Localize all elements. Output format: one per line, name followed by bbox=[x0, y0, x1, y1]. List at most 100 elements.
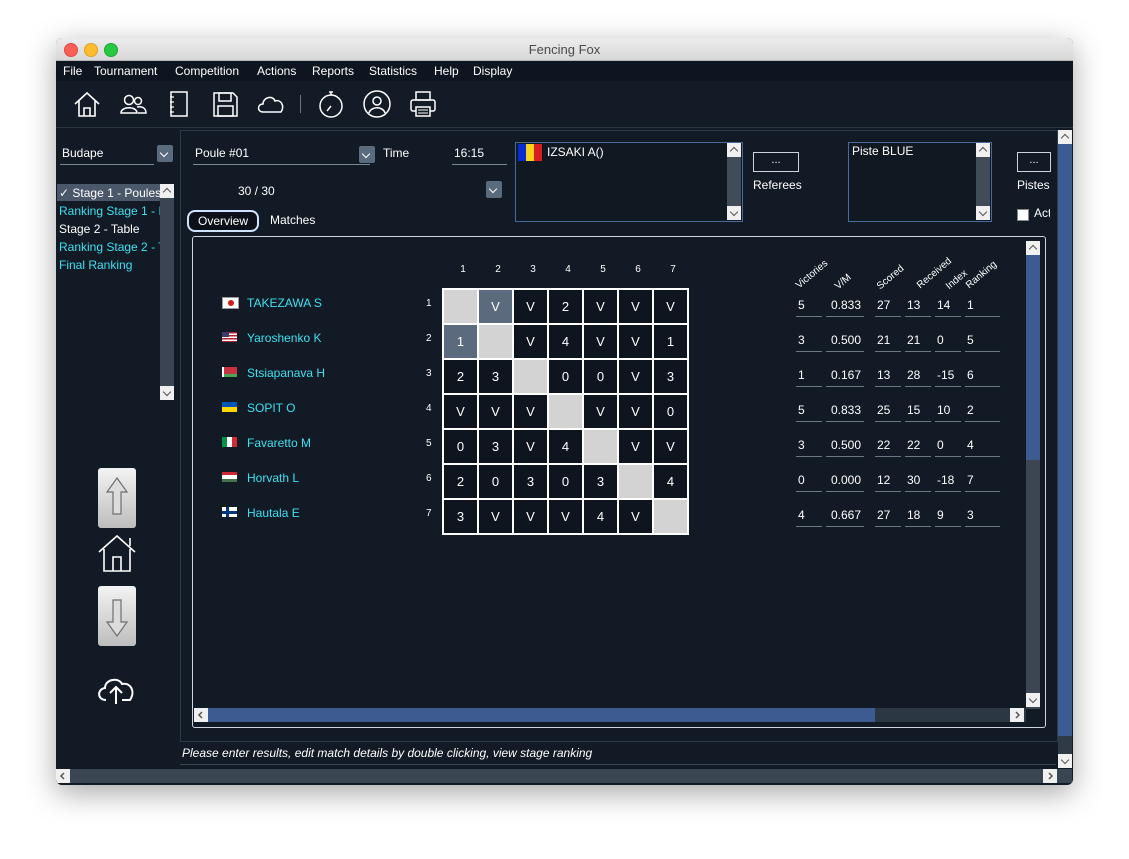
scroll-down-icon[interactable] bbox=[727, 206, 741, 220]
result-cell[interactable]: V bbox=[617, 323, 654, 360]
result-cell[interactable]: 3 bbox=[477, 428, 514, 465]
stopwatch-icon[interactable] bbox=[314, 87, 348, 121]
home-icon[interactable] bbox=[96, 532, 138, 574]
time-field[interactable]: 16:15 bbox=[452, 144, 507, 165]
stage-item-2[interactable]: Ranking Stage 1 - I bbox=[59, 204, 161, 218]
result-cell[interactable]: V bbox=[617, 498, 654, 535]
result-cell[interactable]: V bbox=[582, 288, 619, 325]
menu-display[interactable]: Display bbox=[473, 64, 512, 78]
stage-item-3[interactable]: Stage 2 - Table bbox=[59, 222, 161, 236]
fencer-name[interactable]: Yaroshenko K bbox=[247, 331, 322, 345]
menu-tournament[interactable]: Tournament bbox=[94, 64, 157, 78]
scroll-up-icon[interactable] bbox=[1058, 130, 1072, 144]
notebook-icon[interactable] bbox=[162, 87, 196, 121]
result-cell[interactable]: 1 bbox=[442, 323, 479, 360]
result-cell[interactable]: 0 bbox=[547, 358, 584, 395]
result-cell[interactable]: 0 bbox=[442, 428, 479, 465]
active-checkbox[interactable] bbox=[1017, 209, 1029, 221]
result-cell[interactable]: V bbox=[617, 358, 654, 395]
result-cell[interactable]: 0 bbox=[582, 358, 619, 395]
pistes-button[interactable]: ... bbox=[1017, 152, 1051, 172]
tab-matches[interactable]: Matches bbox=[270, 213, 315, 227]
move-up-button[interactable] bbox=[98, 468, 136, 528]
scroll-left-icon[interactable] bbox=[56, 769, 70, 783]
result-cell[interactable]: V bbox=[512, 428, 549, 465]
menu-statistics[interactable]: Statistics bbox=[369, 64, 417, 78]
stage-list-scrollbar[interactable] bbox=[160, 184, 174, 400]
printer-icon[interactable] bbox=[406, 87, 440, 121]
poule-select[interactable]: Poule #01 bbox=[193, 144, 370, 165]
fencer-name[interactable]: Hautala E bbox=[247, 506, 300, 520]
result-cell[interactable]: 2 bbox=[442, 358, 479, 395]
scroll-up-icon[interactable] bbox=[1026, 241, 1040, 255]
result-cell[interactable]: V bbox=[477, 498, 514, 535]
overview-vertical-thumb[interactable] bbox=[1026, 254, 1040, 460]
result-cell[interactable]: V bbox=[652, 428, 689, 465]
result-cell[interactable]: V bbox=[617, 288, 654, 325]
result-cell[interactable]: V bbox=[617, 428, 654, 465]
result-cell[interactable]: 0 bbox=[547, 463, 584, 500]
menu-help[interactable]: Help bbox=[434, 64, 459, 78]
result-cell[interactable]: V bbox=[512, 498, 549, 535]
user-circle-icon[interactable] bbox=[360, 87, 394, 121]
referees-button[interactable]: ... bbox=[753, 152, 799, 172]
scroll-up-icon[interactable] bbox=[160, 184, 174, 198]
stage-item-4[interactable]: Ranking Stage 2 - T bbox=[59, 240, 161, 254]
fencer-name[interactable]: Favaretto M bbox=[247, 436, 311, 450]
fencer-name[interactable]: Stsiapanava H bbox=[247, 366, 325, 380]
stage-item-5[interactable]: Final Ranking bbox=[59, 258, 161, 272]
result-cell[interactable]: 1 bbox=[652, 323, 689, 360]
result-cell[interactable]: 4 bbox=[547, 428, 584, 465]
scroll-down-icon[interactable] bbox=[1026, 693, 1040, 707]
scroll-up-icon[interactable] bbox=[976, 143, 990, 157]
scroll-left-icon[interactable] bbox=[194, 708, 208, 722]
result-cell[interactable]: 0 bbox=[477, 463, 514, 500]
result-cell[interactable]: 4 bbox=[652, 463, 689, 500]
result-cell[interactable]: 3 bbox=[442, 498, 479, 535]
stage-item-1[interactable]: ✓ Stage 1 - Poules bbox=[59, 186, 161, 200]
scroll-right-icon[interactable] bbox=[1043, 769, 1057, 783]
fencer-name[interactable]: TAKEZAWA S bbox=[247, 296, 322, 310]
result-cell[interactable]: 3 bbox=[512, 463, 549, 500]
window-vertical-thumb[interactable] bbox=[1058, 144, 1072, 736]
users-icon[interactable] bbox=[116, 87, 150, 121]
result-cell[interactable]: 4 bbox=[547, 323, 584, 360]
home-icon[interactable] bbox=[70, 87, 104, 121]
result-cell[interactable]: 3 bbox=[477, 358, 514, 395]
scroll-up-icon[interactable] bbox=[727, 143, 741, 157]
result-cell[interactable]: 2 bbox=[547, 288, 584, 325]
scroll-right-icon[interactable] bbox=[1010, 708, 1024, 722]
tab-overview[interactable]: Overview bbox=[187, 210, 260, 232]
overview-horizontal-thumb[interactable] bbox=[208, 708, 875, 722]
competition-select[interactable]: Budape bbox=[60, 144, 154, 165]
chevron-down-icon[interactable] bbox=[486, 181, 502, 198]
result-cell[interactable]: V bbox=[582, 323, 619, 360]
menu-actions[interactable]: Actions bbox=[257, 64, 296, 78]
result-cell[interactable]: 2 bbox=[442, 463, 479, 500]
result-cell[interactable]: V bbox=[442, 393, 479, 430]
cloud-icon[interactable] bbox=[254, 87, 288, 121]
fencer-name[interactable]: Horvath L bbox=[247, 471, 299, 485]
result-cell[interactable]: V bbox=[617, 393, 654, 430]
result-cell[interactable]: V bbox=[547, 498, 584, 535]
result-cell[interactable]: 3 bbox=[582, 463, 619, 500]
save-icon[interactable] bbox=[208, 87, 242, 121]
menu-file[interactable]: File bbox=[63, 64, 82, 78]
menu-reports[interactable]: Reports bbox=[312, 64, 354, 78]
window-horizontal-scrollbar[interactable] bbox=[56, 769, 1072, 783]
result-cell[interactable]: 4 bbox=[582, 498, 619, 535]
referees-list[interactable]: IZSAKI A() bbox=[515, 142, 743, 222]
result-cell[interactable]: V bbox=[512, 393, 549, 430]
scroll-down-icon[interactable] bbox=[160, 386, 174, 400]
pistes-list[interactable]: Piste BLUE bbox=[848, 142, 992, 222]
move-down-button[interactable] bbox=[98, 586, 136, 646]
result-cell[interactable]: V bbox=[477, 393, 514, 430]
result-cell[interactable]: V bbox=[652, 288, 689, 325]
result-cell[interactable]: V bbox=[512, 323, 549, 360]
result-cell[interactable]: 0 bbox=[652, 393, 689, 430]
menu-competition[interactable]: Competition bbox=[175, 64, 239, 78]
cloud-upload-icon[interactable] bbox=[94, 672, 138, 706]
result-cell[interactable]: V bbox=[477, 288, 514, 325]
fencer-name[interactable]: SOPIT O bbox=[247, 401, 295, 415]
chevron-down-icon[interactable] bbox=[359, 146, 375, 163]
